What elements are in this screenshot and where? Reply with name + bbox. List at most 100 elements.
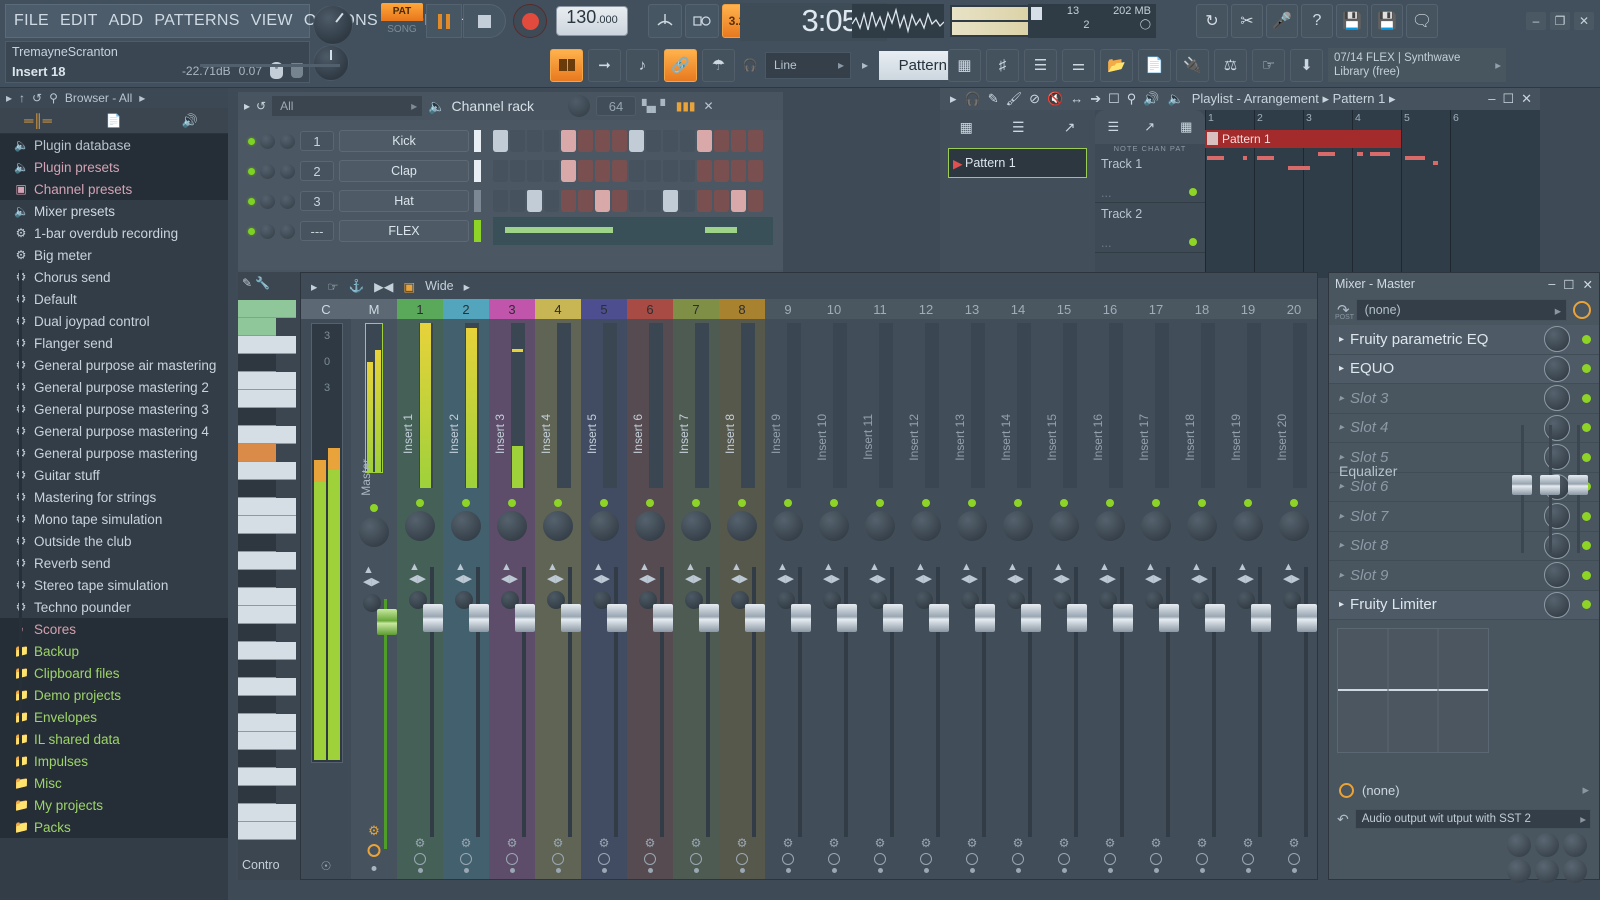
playlist-clip[interactable]: Pattern 1 (1205, 130, 1401, 148)
fx-slot-arrow[interactable]: ▸ (1339, 452, 1344, 463)
step-button[interactable] (561, 130, 576, 152)
mixer-strip-number[interactable]: 18 (1179, 299, 1225, 319)
mixer-strip-number[interactable]: 14 (995, 299, 1041, 319)
mixer-strip-led[interactable] (1014, 499, 1022, 507)
piano-key[interactable] (238, 624, 276, 642)
master-pan-knob[interactable] (359, 517, 389, 547)
step-button[interactable] (612, 130, 627, 152)
mixer-strip-fader[interactable] (469, 604, 489, 632)
mixer-strip-plug-icon[interactable]: ⚙ (460, 836, 472, 850)
track-options-dots[interactable]: ... (1101, 236, 1111, 250)
mixer-strip-led[interactable] (462, 499, 470, 507)
mixer-strip-record-arm[interactable] (966, 853, 978, 865)
step-button[interactable] (748, 160, 763, 182)
browser-item[interactable]: ⚙Default (0, 288, 228, 310)
mixer-strip-stereo-arrows[interactable]: ▲ ◀▶ (1191, 561, 1208, 585)
eq-knob-1[interactable] (1507, 833, 1531, 857)
piano-key[interactable] (238, 732, 296, 750)
mixer-strip-record-arm[interactable] (506, 853, 518, 865)
wait-for-input-button[interactable] (685, 4, 719, 38)
mixer-strip-pan-knob[interactable] (865, 511, 895, 541)
mixer-strip-number[interactable]: 19 (1225, 299, 1271, 319)
mixer-strip-stereo-arrows[interactable]: ▲ ◀▶ (1283, 561, 1300, 585)
mixer-strip-number[interactable]: 7 (673, 299, 719, 319)
piano-key[interactable] (238, 552, 296, 570)
browser-item[interactable]: ⚙Stereo tape simulation (0, 574, 228, 596)
master-record-arm[interactable] (367, 844, 381, 857)
piano-key[interactable] (238, 498, 296, 516)
mixer-strip-pan-knob[interactable] (405, 511, 435, 541)
mixer-strip-stereo-arrows[interactable]: ▲ ◀▶ (1145, 561, 1162, 585)
piano-key[interactable] (238, 300, 296, 318)
mixer-strip-record-arm[interactable] (828, 853, 840, 865)
mixer-strip-record-arm[interactable] (552, 853, 564, 865)
mixer-strip-led[interactable] (1060, 499, 1068, 507)
master-plug-icon[interactable]: ⚙ (368, 823, 380, 839)
browser-scrollbar[interactable] (19, 270, 22, 770)
song-mode-button[interactable]: SONG (381, 21, 423, 39)
browser-item[interactable]: ⚙General purpose mastering 4 (0, 420, 228, 442)
mixer-strip-pan-knob[interactable] (1233, 511, 1263, 541)
mixer-strip-fader[interactable] (1205, 604, 1225, 632)
mixer-strip-record-arm[interactable] (460, 853, 472, 865)
mixer-strip-stereo-arrows[interactable]: ▲ ◀▶ (1099, 561, 1116, 585)
mixer-strip[interactable]: 20 Insert 20 ▲ ◀▶ ⚙ (1271, 299, 1317, 879)
mixer-strip[interactable]: 15 Insert 15 ▲ ◀▶ ⚙ (1041, 299, 1087, 879)
mixer-swap-icon[interactable]: ▶◀ (374, 279, 393, 294)
menu-item-edit[interactable]: EDIT (60, 12, 98, 30)
channel-filter-selector[interactable]: All (272, 96, 423, 116)
mixer-strip-stereo-arrows[interactable]: ▲ ◀▶ (961, 561, 978, 585)
mixer-strip[interactable]: 4 Insert 4 ▲ ◀▶ ⚙ (535, 299, 581, 879)
browser-item[interactable]: ⚙Reverb send (0, 552, 228, 574)
link-tool-button[interactable]: 🔗 (664, 48, 697, 82)
piano-key[interactable] (238, 822, 296, 840)
headphone-icon[interactable]: 🎧 (965, 91, 981, 107)
step-button[interactable] (680, 160, 695, 182)
channel-number[interactable]: 3 (300, 191, 334, 211)
mixer-strip-record-arm[interactable] (920, 853, 932, 865)
mixer-strip-number[interactable]: 11 (857, 299, 903, 319)
mixer-strip-record-arm[interactable] (874, 853, 886, 865)
step-button[interactable] (544, 130, 559, 152)
mixer-strip-led[interactable] (554, 499, 562, 507)
mixer-strip-pan-knob[interactable] (497, 511, 527, 541)
tab-audio-icon[interactable]: ☰ (1108, 119, 1120, 135)
piano-keyboard[interactable] (238, 300, 296, 840)
piano-key[interactable] (238, 768, 296, 786)
mixer-strip-plug-icon[interactable]: ⚙ (1058, 836, 1070, 850)
mixer-strip-fader[interactable] (561, 604, 581, 632)
playlist-track-led[interactable] (1189, 188, 1197, 196)
save-as-icon-button[interactable]: 💾 (1371, 4, 1403, 38)
mixer-strip-led[interactable] (876, 499, 884, 507)
step-button[interactable] (697, 160, 712, 182)
step-button[interactable] (561, 190, 576, 212)
channel-rack-row[interactable]: 2 Clap (238, 156, 783, 186)
pl-collapse-arrow[interactable]: ▸ (950, 91, 957, 107)
step-button[interactable] (663, 160, 678, 182)
mixer-strip-stereo-arrows[interactable]: ▲ ◀▶ (501, 561, 518, 585)
playlist-maximize[interactable]: ☐ (1502, 91, 1514, 107)
mixer-strip-fader[interactable] (837, 604, 857, 632)
mixer-strip-plug-icon[interactable]: ⚙ (782, 836, 794, 850)
browser-item[interactable]: ⚙Guitar stuff (0, 464, 228, 486)
step-button[interactable] (595, 160, 610, 182)
master-volume-knob[interactable] (313, 5, 353, 45)
browser-item[interactable]: ⚙Dual joypad control (0, 310, 228, 332)
piano-key[interactable] (238, 660, 276, 678)
mixer-strip-record-arm[interactable] (1058, 853, 1070, 865)
menu-item-view[interactable]: VIEW (251, 12, 293, 30)
step-sequencer[interactable] (493, 130, 763, 152)
mixer-strip-stereo-arrows[interactable]: ▲ ◀▶ (777, 561, 794, 585)
menu-item-patterns[interactable]: PATTERNS (154, 12, 239, 30)
mixer-strip-stereo-arrows[interactable]: ▲ ◀▶ (409, 561, 426, 585)
loop-icon-button[interactable]: ↻ (1196, 4, 1228, 38)
piano-key[interactable] (238, 570, 276, 588)
step-button[interactable] (714, 130, 729, 152)
channel-volume-knob[interactable] (280, 133, 295, 149)
mixer-collapse-arrow[interactable]: ▸ (311, 279, 317, 294)
mixer-strip-number[interactable]: 3 (489, 299, 535, 319)
mixer-strip-pan-knob[interactable] (543, 511, 573, 541)
mixer-strip-fader[interactable] (653, 604, 673, 632)
piano-key[interactable] (238, 426, 296, 444)
mixer-strip-stereo-arrows[interactable]: ▲ ◀▶ (823, 561, 840, 585)
